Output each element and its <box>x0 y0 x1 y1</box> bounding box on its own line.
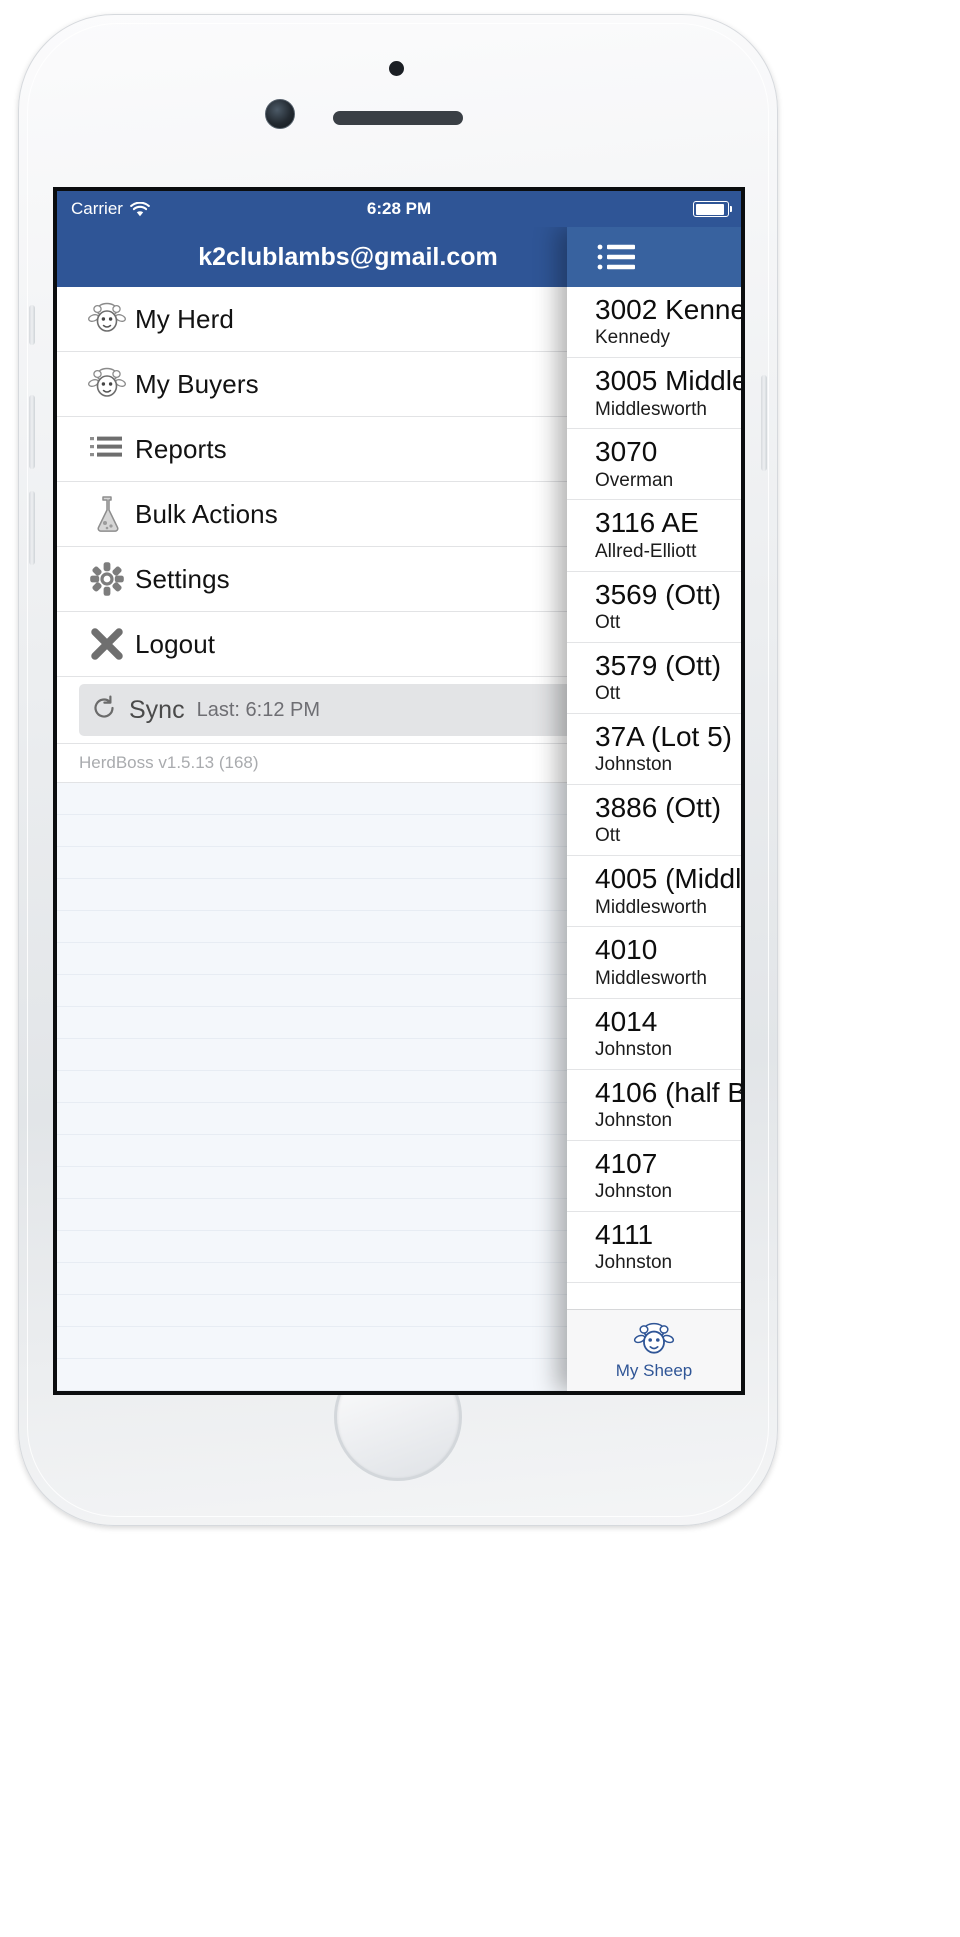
sidebar-item-logout[interactable]: Logout <box>57 612 617 677</box>
screen-body: k2clublambs@gmail.com My Herd My Buyers … <box>57 227 741 1391</box>
tab-my-sheep-label: My Sheep <box>615 1360 693 1380</box>
sheep-owner: Johnston <box>595 1181 673 1203</box>
battery-icon <box>693 201 732 217</box>
detail-panel: 3002 Kennedy Kennedy 3005 Middlesworth M… <box>567 227 741 1391</box>
sheep-owner: Middlesworth <box>595 967 707 989</box>
status-bar-clock: 6:28 PM <box>366 199 432 218</box>
sheep-tag: 3070 <box>595 436 658 468</box>
account-email-title: k2clublambs@gmail.com <box>198 242 498 271</box>
status-bar-right <box>693 201 741 217</box>
sidebar-nav-bar: k2clublambs@gmail.com <box>57 227 617 287</box>
sidebar-item-label: Settings <box>135 563 230 594</box>
list-item[interactable]: 4014 Johnston <box>567 998 741 1070</box>
screenshot-root: Carrier 6:28 PM k2clublambs@gmail.com My… <box>0 0 960 1937</box>
sync-label: Sync <box>129 695 185 724</box>
sidebar-item-settings[interactable]: Settings <box>57 547 617 612</box>
phone-screen: Carrier 6:28 PM k2clublambs@gmail.com My… <box>53 187 745 1395</box>
sidebar-item-label: My Herd <box>135 303 234 334</box>
sync-button[interactable]: Sync Last: 6:12 PM <box>79 684 609 736</box>
sheep-icon <box>79 366 135 402</box>
sheep-owner: Middlesworth <box>595 896 707 918</box>
sheep-tag: 4106 (half Bag) <box>595 1076 741 1108</box>
phone-device-frame: Carrier 6:28 PM k2clublambs@gmail.com My… <box>18 14 778 1526</box>
sidebar-item-label: Logout <box>135 628 216 659</box>
sheep-owner: Johnston <box>595 754 673 776</box>
status-bar-left: Carrier <box>57 199 150 219</box>
list-item[interactable]: 3886 (Ott) Ott <box>567 785 741 857</box>
list-item[interactable]: 3569 (Ott) Ott <box>567 571 741 643</box>
sidebar-drawer: k2clublambs@gmail.com My Herd My Buyers … <box>57 227 617 1391</box>
wifi-icon <box>130 201 150 217</box>
sidebar-item-label: Reports <box>135 433 227 464</box>
list-item[interactable]: 3579 (Ott) Ott <box>567 642 741 714</box>
list-item[interactable]: 4111 Johnston <box>567 1212 741 1284</box>
sheep-tag: 3116 AE <box>595 507 699 539</box>
sheep-tag: 37A (Lot 5) <box>595 720 732 752</box>
sidebar-item-reports[interactable]: Reports <box>57 417 617 482</box>
list-item[interactable]: 3005 Middlesworth Middlesworth <box>567 358 741 430</box>
list-item[interactable]: 3002 Kennedy Kennedy <box>567 287 741 359</box>
tab-my-sheep[interactable] <box>632 1321 676 1359</box>
carrier-label: Carrier <box>71 199 123 218</box>
sheep-icon <box>79 301 135 337</box>
list-item[interactable]: 4107 Johnston <box>567 1140 741 1213</box>
sheep-owner: Kennedy <box>595 327 671 349</box>
sidebar-menu-list: My Herd My Buyers Reports Bulk Actions S… <box>57 287 617 783</box>
list-item[interactable]: 3070 Overman <box>567 429 741 501</box>
list-item[interactable]: 4010 Middlesworth <box>567 927 741 999</box>
sheep-tag: 3579 (Ott) <box>595 649 722 681</box>
sheep-owner: Overman <box>595 469 674 491</box>
list-menu-icon[interactable] <box>597 242 637 272</box>
list-item[interactable]: 3116 AE Allred-Elliott <box>567 500 741 572</box>
refresh-icon <box>91 695 117 726</box>
sheep-owner: Middlesworth <box>595 398 707 420</box>
sheep-owner: Johnston <box>595 1252 673 1274</box>
sheep-owner: Allred-Elliott <box>595 540 697 562</box>
sheep-tag: 4014 <box>595 1005 658 1037</box>
proximity-sensor-icon <box>389 61 404 76</box>
list-item[interactable]: 4005 (Middlesworth) Middlesworth <box>567 856 741 928</box>
status-bar: Carrier 6:28 PM <box>57 191 741 227</box>
power-button[interactable] <box>761 375 767 471</box>
detail-nav-bar <box>567 227 741 287</box>
sidebar-empty-ruled-area <box>57 783 617 1391</box>
sheep-owner: Ott <box>595 611 621 633</box>
sheep-tag: 4005 (Middlesworth) <box>595 863 741 895</box>
bottom-tab-bar: My Sheep <box>567 1309 741 1391</box>
sheep-tag: 3886 (Ott) <box>595 792 722 824</box>
mute-switch[interactable] <box>29 305 35 345</box>
sync-row-container: Sync Last: 6:12 PM <box>57 684 617 744</box>
close-x-icon <box>79 627 135 661</box>
sync-last-time: Last: 6:12 PM <box>196 698 320 721</box>
front-camera-icon <box>265 99 295 129</box>
sheep-tag: 4010 <box>595 934 658 966</box>
sidebar-item-label: My Buyers <box>135 368 259 399</box>
app-version-row: HerdBoss v1.5.13 (168) <box>57 744 617 783</box>
app-version-label: HerdBoss v1.5.13 (168) <box>79 753 259 772</box>
list-item[interactable]: 37A (Lot 5) Johnston <box>567 713 741 786</box>
list-item[interactable]: 4106 (half Bag) Johnston <box>567 1069 741 1141</box>
sidebar-item-my-herd[interactable]: My Herd <box>57 287 617 352</box>
sheep-tag: 4111 <box>595 1219 654 1251</box>
sheep-tag: 3002 Kennedy <box>595 294 741 325</box>
sheep-owner: Johnston <box>595 1038 673 1060</box>
sheep-tag: 3569 (Ott) <box>595 578 722 610</box>
earpiece-speaker <box>333 111 463 125</box>
sheep-owner: Johnston <box>595 1110 673 1132</box>
sidebar-item-bulk-actions[interactable]: Bulk Actions <box>57 482 617 547</box>
sheep-tag: 3005 Middlesworth <box>595 365 741 397</box>
sheep-tag: 4107 <box>595 1147 658 1179</box>
volume-up-button[interactable] <box>29 395 35 469</box>
sidebar-item-my-buyers[interactable]: My Buyers <box>57 352 617 417</box>
sheep-list[interactable]: 3002 Kennedy Kennedy 3005 Middlesworth M… <box>567 287 741 1309</box>
sheep-owner: Ott <box>595 683 621 705</box>
gear-icon <box>79 561 135 597</box>
sidebar-item-label: Bulk Actions <box>135 498 278 529</box>
list-icon <box>79 434 135 464</box>
sheep-owner: Ott <box>595 825 621 847</box>
flask-icon <box>79 495 135 533</box>
volume-down-button[interactable] <box>29 491 35 565</box>
